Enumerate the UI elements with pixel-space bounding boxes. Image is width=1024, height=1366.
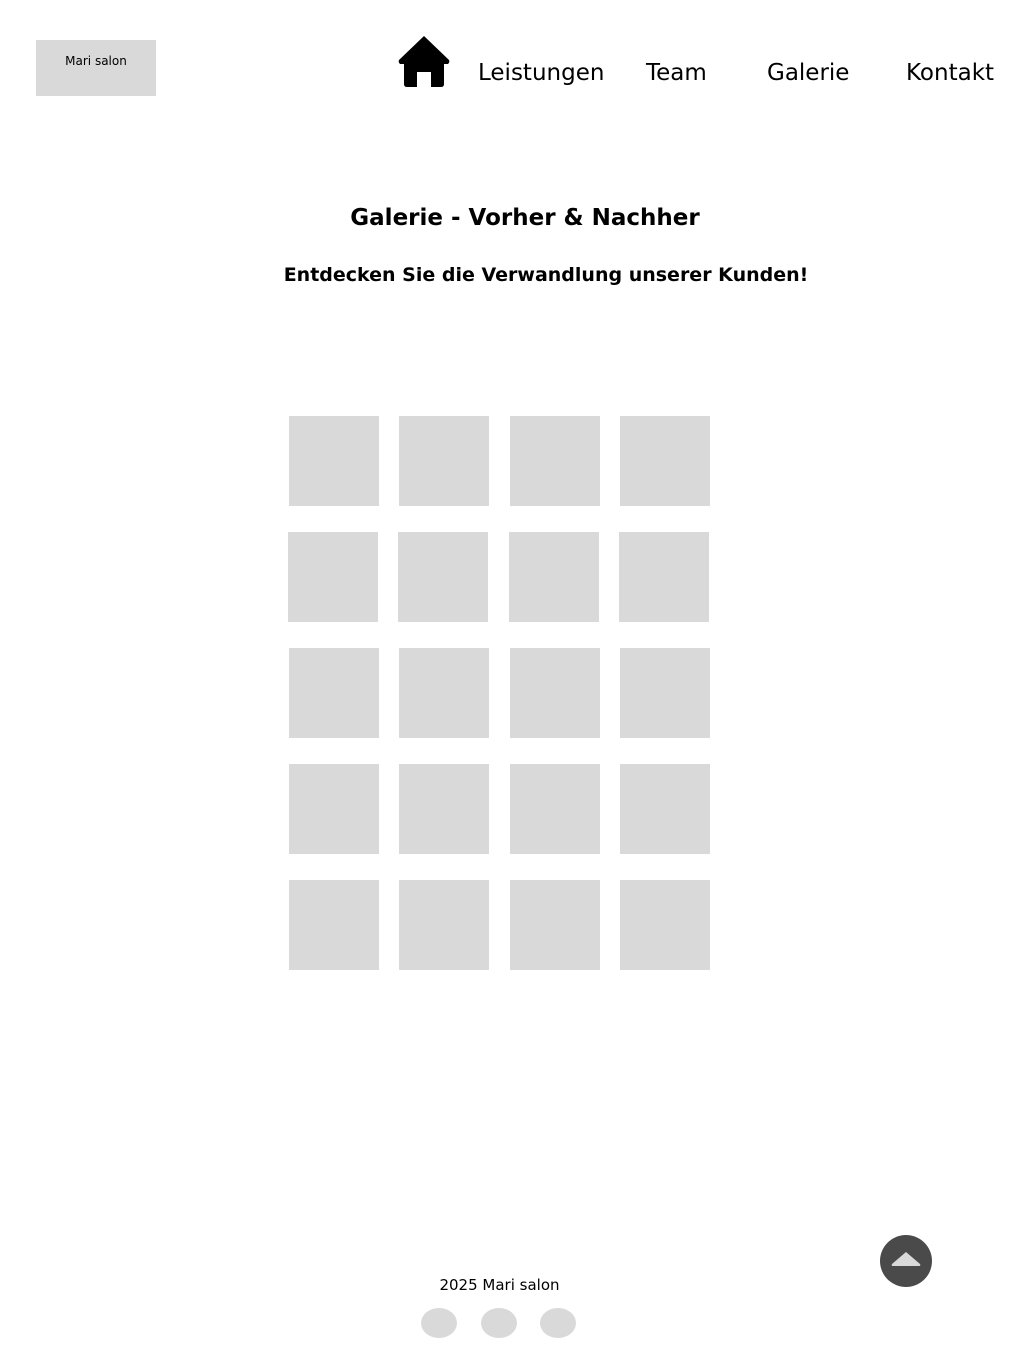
logo[interactable]: Mari salon bbox=[36, 40, 156, 96]
nav-link-kontakt[interactable]: Kontakt bbox=[906, 58, 994, 88]
social-icon-3[interactable] bbox=[540, 1308, 576, 1338]
gallery-image-placeholder[interactable] bbox=[619, 532, 709, 622]
footer-copyright: 2025 Mari salon bbox=[439, 1276, 560, 1294]
logo-text: Mari salon bbox=[65, 54, 127, 68]
social-icon-1[interactable] bbox=[421, 1308, 457, 1338]
gallery-image-placeholder[interactable] bbox=[620, 648, 710, 738]
gallery-image-placeholder[interactable] bbox=[620, 880, 710, 970]
gallery-image-placeholder[interactable] bbox=[399, 764, 489, 854]
gallery-image-placeholder[interactable] bbox=[510, 416, 600, 506]
gallery-image-placeholder[interactable] bbox=[398, 532, 488, 622]
gallery-image-placeholder[interactable] bbox=[289, 764, 379, 854]
gallery-image-placeholder[interactable] bbox=[399, 880, 489, 970]
nav-link-leistungen[interactable]: Leistungen bbox=[478, 58, 604, 88]
page-subtitle: Entdecken Sie die Verwandlung unserer Ku… bbox=[283, 264, 809, 286]
home-icon[interactable] bbox=[398, 36, 450, 87]
gallery-image-placeholder[interactable] bbox=[289, 416, 379, 506]
page-title: Galerie - Vorher & Nachher bbox=[350, 205, 700, 231]
gallery-image-placeholder[interactable] bbox=[288, 532, 378, 622]
gallery-image-placeholder[interactable] bbox=[510, 764, 600, 854]
social-icon-2[interactable] bbox=[481, 1308, 517, 1338]
gallery-image-placeholder[interactable] bbox=[399, 648, 489, 738]
gallery-image-placeholder[interactable] bbox=[620, 764, 710, 854]
nav-link-galerie[interactable]: Galerie bbox=[767, 58, 849, 88]
gallery-image-placeholder[interactable] bbox=[509, 532, 599, 622]
gallery-image-placeholder[interactable] bbox=[510, 648, 600, 738]
nav-link-team[interactable]: Team bbox=[646, 58, 707, 88]
gallery-image-placeholder[interactable] bbox=[289, 648, 379, 738]
gallery-image-placeholder[interactable] bbox=[399, 416, 489, 506]
gallery-image-placeholder[interactable] bbox=[289, 880, 379, 970]
gallery-image-placeholder[interactable] bbox=[510, 880, 600, 970]
gallery-image-placeholder[interactable] bbox=[620, 416, 710, 506]
